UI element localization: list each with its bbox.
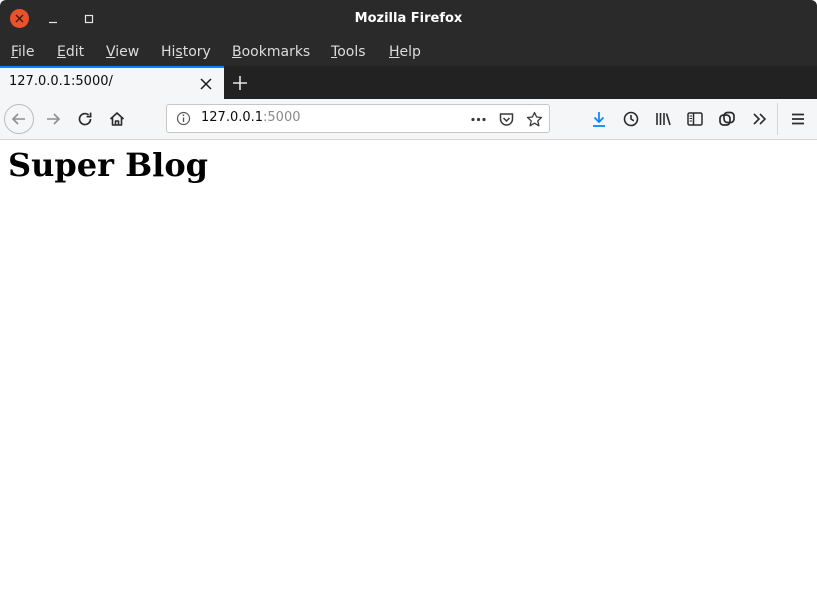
sync-icon[interactable] xyxy=(718,110,736,128)
menu-file[interactable]: File xyxy=(11,42,34,62)
navigation-toolbar: 127.0.0.1:5000 xyxy=(0,99,817,140)
menu-bookmarks-label: ookmarks xyxy=(241,44,311,60)
tab-title: 127.0.0.1:5000/ xyxy=(9,74,113,89)
menu-file-label: ile xyxy=(18,44,35,60)
url-host: 127.0.0.1 xyxy=(201,110,264,125)
tab-active[interactable]: 127.0.0.1:5000/ xyxy=(0,66,224,99)
firefox-window: Mozilla Firefox File Edit View History B… xyxy=(0,0,817,603)
info-icon[interactable] xyxy=(176,111,191,126)
menu-view-label: iew xyxy=(115,44,140,60)
toolbar-separator xyxy=(777,103,778,135)
menu-history-prefix: Hi xyxy=(161,44,176,60)
library-icon[interactable] xyxy=(654,110,672,128)
clock-icon[interactable] xyxy=(622,110,640,128)
menu-help-mnemonic: H xyxy=(389,44,400,60)
pocket-icon[interactable] xyxy=(498,111,515,128)
tab-close-icon[interactable] xyxy=(198,76,214,92)
url-bar[interactable]: 127.0.0.1:5000 xyxy=(166,104,550,133)
hamburger-menu-icon[interactable] xyxy=(789,110,807,128)
url-text: 127.0.0.1:5000 xyxy=(201,110,301,125)
menu-view-mnemonic: V xyxy=(106,44,116,60)
tab-strip: 127.0.0.1:5000/ xyxy=(0,66,817,99)
reload-icon[interactable] xyxy=(76,110,94,128)
menu-tools-label: ools xyxy=(337,44,366,60)
menu-history-mnemonic: s xyxy=(175,44,183,60)
title-bar: Mozilla Firefox xyxy=(0,0,817,37)
menu-tools[interactable]: Tools xyxy=(331,42,366,62)
window-title: Mozilla Firefox xyxy=(354,11,463,26)
menu-help[interactable]: Help xyxy=(389,42,421,62)
menu-view[interactable]: View xyxy=(106,42,139,62)
star-icon[interactable] xyxy=(526,111,543,128)
menu-bookmarks-mnemonic: B xyxy=(232,44,242,60)
menu-file-mnemonic: F xyxy=(11,44,19,60)
home-icon[interactable] xyxy=(108,110,126,128)
page-heading: Super Blog xyxy=(8,146,209,184)
back-button[interactable] xyxy=(4,104,34,134)
url-port: :5000 xyxy=(263,110,301,125)
forward-arrow-icon[interactable] xyxy=(44,110,62,128)
menu-help-label: elp xyxy=(399,44,421,60)
menu-history-label: tory xyxy=(182,44,211,60)
more-dots-icon[interactable] xyxy=(470,111,487,128)
menu-edit-mnemonic: E xyxy=(57,44,66,60)
download-icon[interactable] xyxy=(590,110,608,128)
menu-edit[interactable]: Edit xyxy=(57,42,84,62)
menu-bookmarks[interactable]: Bookmarks xyxy=(232,42,310,62)
overflow-chevrons-icon[interactable] xyxy=(751,110,769,128)
menu-history[interactable]: History xyxy=(161,42,211,62)
menu-bar: File Edit View History Bookmarks Tools H… xyxy=(0,37,817,66)
page-content: Super Blog xyxy=(0,140,817,603)
new-tab-icon[interactable] xyxy=(231,74,249,92)
back-arrow-icon xyxy=(11,113,25,125)
sidebar-icon[interactable] xyxy=(686,110,704,128)
menu-edit-label: dit xyxy=(65,44,85,60)
